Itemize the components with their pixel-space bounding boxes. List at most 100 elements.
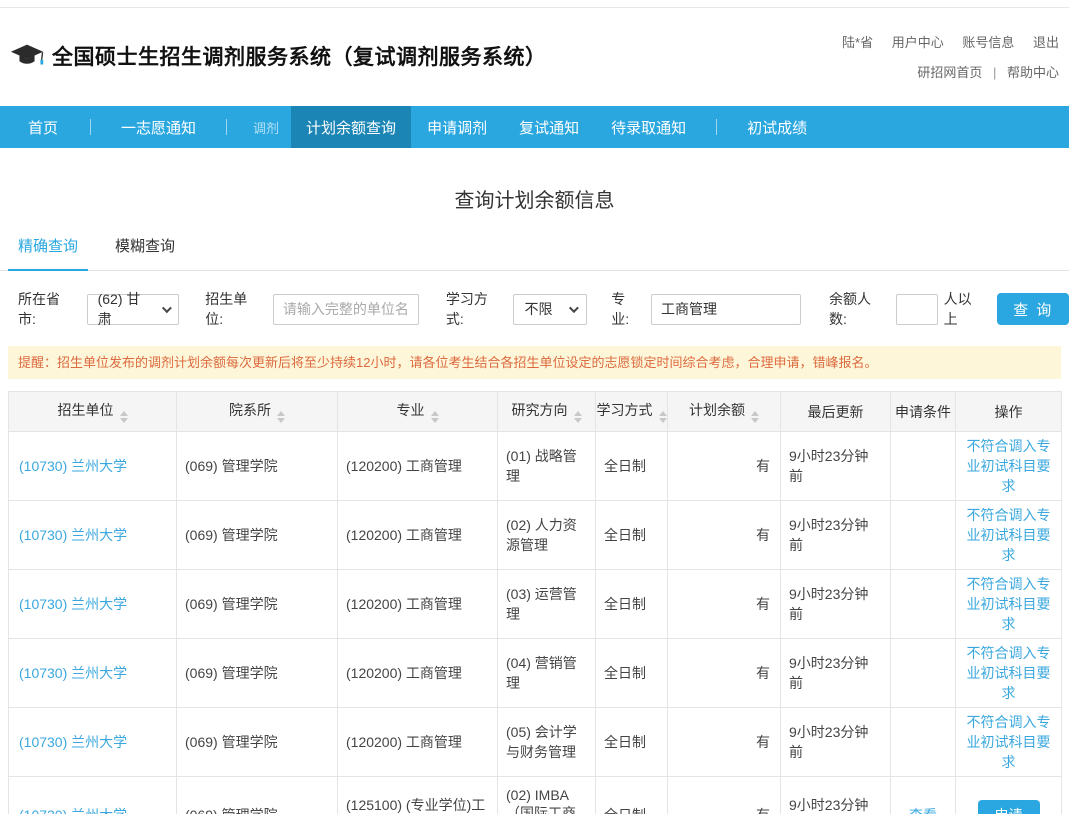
table-row: (10730) 兰州大学 (069) 管理学院 (120200) 工商管理 (0… xyxy=(9,501,1062,570)
site-header: 全国硕士生招生调剂服务系统（复试调剂服务系统） 陆*省 用户中心 账号信息 退出… xyxy=(0,8,1069,106)
action-cell: 不符合调入专业初试科目要求 xyxy=(956,639,1062,708)
col-header-mode[interactable]: 学习方式 xyxy=(596,392,668,432)
mode-cell: 全日制 xyxy=(596,501,668,570)
nav-separator xyxy=(90,119,91,135)
quota-cell: 有 xyxy=(668,501,781,570)
section-title: 查询计划余额信息 xyxy=(0,184,1069,213)
mode-cell: 全日制 xyxy=(596,708,668,777)
quota-suffix-label: 人以上 xyxy=(944,289,986,329)
updated-cell: 9小时23分钟前 xyxy=(781,639,891,708)
account-info-link[interactable]: 账号信息 xyxy=(962,35,1014,50)
col-header-condition: 申请条件 xyxy=(891,392,956,432)
sort-icon xyxy=(574,411,582,423)
query-tabs: 精确查询 模糊查询 xyxy=(0,235,1069,271)
condition-cell xyxy=(891,639,956,708)
table-row: (10730) 兰州大学 (069) 管理学院 (120200) 工商管理 (0… xyxy=(9,570,1062,639)
filter-bar: 所在省市: (62) 甘肃 招生单位: 学习方式: 不限 专业: 余额人数: 人… xyxy=(0,289,1069,329)
major-cell: (120200) 工商管理 xyxy=(338,501,498,570)
col-header-direction[interactable]: 研究方向 xyxy=(498,392,596,432)
brand: 全国硕士生招生调剂服务系统（复试调剂服务系统） xyxy=(10,41,547,71)
top-divider xyxy=(0,0,1069,8)
province-select[interactable]: (62) 甘肃 xyxy=(87,294,180,325)
nav-item-initial-score[interactable]: 初试成绩 xyxy=(731,106,823,148)
direction-cell: (04) 营销管理 xyxy=(498,639,596,708)
major-cell: (120200) 工商管理 xyxy=(338,708,498,777)
view-condition-link[interactable]: 查看 xyxy=(909,807,937,814)
col-header-major[interactable]: 专业 xyxy=(338,392,498,432)
quota-cell: 有 xyxy=(668,639,781,708)
department-cell: (069) 管理学院 xyxy=(177,639,338,708)
condition-cell xyxy=(891,432,956,501)
ineligible-note: 不符合调入专业初试科目要求 xyxy=(964,712,1053,772)
secondary-links: 研招网首页 | 帮助中心 xyxy=(842,62,1059,81)
ineligible-note: 不符合调入专业初试科目要求 xyxy=(964,574,1053,634)
yz-home-link[interactable]: 研招网首页 xyxy=(917,65,982,80)
chevron-down-icon xyxy=(161,303,171,313)
link-separator: | xyxy=(993,65,996,80)
nav-item-plan-balance-query[interactable]: 计划余额查询 xyxy=(291,106,411,148)
department-cell: (069) 管理学院 xyxy=(177,570,338,639)
nav-separator xyxy=(716,119,717,135)
updated-cell: 9小时23分钟前 xyxy=(781,570,891,639)
unit-link[interactable]: (10730) 兰州大学 xyxy=(19,596,127,612)
unit-link[interactable]: (10730) 兰州大学 xyxy=(19,734,127,750)
direction-cell: (05) 会计学与财务管理 xyxy=(498,708,596,777)
study-mode-label: 学习方式: xyxy=(446,289,506,329)
department-cell: (069) 管理学院 xyxy=(177,708,338,777)
condition-cell xyxy=(891,570,956,639)
col-header-department[interactable]: 院系所 xyxy=(177,392,338,432)
updated-cell: 9小时23分钟前 xyxy=(781,777,891,814)
department-cell: (069) 管理学院 xyxy=(177,432,338,501)
direction-cell: (03) 运营管理 xyxy=(498,570,596,639)
major-cell: (125100) (专业学位)工商管理 xyxy=(338,777,498,814)
col-header-quota[interactable]: 计划余额 xyxy=(668,392,781,432)
direction-cell: (02) IMBA（国际工商管理硕士） xyxy=(498,777,596,814)
nav-item-tiaoji[interactable]: 调剂 xyxy=(241,106,291,148)
province-selected-value: (62) 甘肃 xyxy=(98,289,152,329)
unit-link[interactable]: (10730) 兰州大学 xyxy=(19,527,127,543)
tab-exact-query[interactable]: 精确查询 xyxy=(8,235,88,271)
user-center-link[interactable]: 用户中心 xyxy=(892,35,944,50)
user-bar: 陆*省 用户中心 账号信息 退出 研招网首页 | 帮助中心 xyxy=(842,32,1059,81)
nav-item-apply-tiaoji[interactable]: 申请调剂 xyxy=(411,106,503,148)
department-cell: (069) 管理学院 xyxy=(177,501,338,570)
unit-label: 招生单位: xyxy=(205,289,265,329)
col-header-unit[interactable]: 招生单位 xyxy=(9,392,177,432)
ineligible-note: 不符合调入专业初试科目要求 xyxy=(964,505,1053,565)
nav-item-admission-notice[interactable]: 待录取通知 xyxy=(595,106,702,148)
apply-button[interactable]: 申请 xyxy=(978,800,1040,814)
table-row: (10730) 兰州大学 (069) 管理学院 (120200) 工商管理 (0… xyxy=(9,432,1062,501)
quota-input[interactable] xyxy=(896,294,938,325)
mode-cell: 全日制 xyxy=(596,432,668,501)
ineligible-note: 不符合调入专业初试科目要求 xyxy=(964,643,1053,703)
direction-cell: (02) 人力资源管理 xyxy=(498,501,596,570)
study-mode-select[interactable]: 不限 xyxy=(513,294,587,325)
action-cell: 不符合调入专业初试科目要求 xyxy=(956,708,1062,777)
action-cell: 不符合调入专业初试科目要求 xyxy=(956,432,1062,501)
major-label: 专业: xyxy=(611,289,643,329)
nav-item-retest-notice[interactable]: 复试通知 xyxy=(503,106,595,148)
updated-cell: 9小时23分钟前 xyxy=(781,501,891,570)
mode-cell: 全日制 xyxy=(596,639,668,708)
nav-item-first-choice-notice[interactable]: 一志愿通知 xyxy=(105,106,212,148)
unit-link[interactable]: (10730) 兰州大学 xyxy=(19,665,127,681)
major-input[interactable] xyxy=(651,294,801,325)
col-header-updated: 最后更新 xyxy=(781,392,891,432)
department-cell: (069) 管理学院 xyxy=(177,777,338,814)
direction-cell: (01) 战略管理 xyxy=(498,432,596,501)
condition-cell xyxy=(891,501,956,570)
logout-link[interactable]: 退出 xyxy=(1033,35,1059,50)
help-center-link[interactable]: 帮助中心 xyxy=(1007,65,1059,80)
condition-cell xyxy=(891,708,956,777)
search-button[interactable]: 查 询 xyxy=(997,293,1069,325)
unit-input[interactable] xyxy=(273,294,419,325)
unit-link[interactable]: (10730) 兰州大学 xyxy=(19,458,127,474)
quota-cell: 有 xyxy=(668,432,781,501)
unit-link[interactable]: (10730) 兰州大学 xyxy=(19,807,127,814)
nav-item-home[interactable]: 首页 xyxy=(10,106,76,148)
main-nav: 首页 一志愿通知 调剂 计划余额查询 申请调剂 复试通知 待录取通知 初试成绩 xyxy=(0,106,1069,148)
sort-icon xyxy=(277,411,285,423)
sort-icon xyxy=(431,411,439,423)
tab-fuzzy-query[interactable]: 模糊查询 xyxy=(105,235,185,270)
updated-cell: 9小时23分钟前 xyxy=(781,708,891,777)
